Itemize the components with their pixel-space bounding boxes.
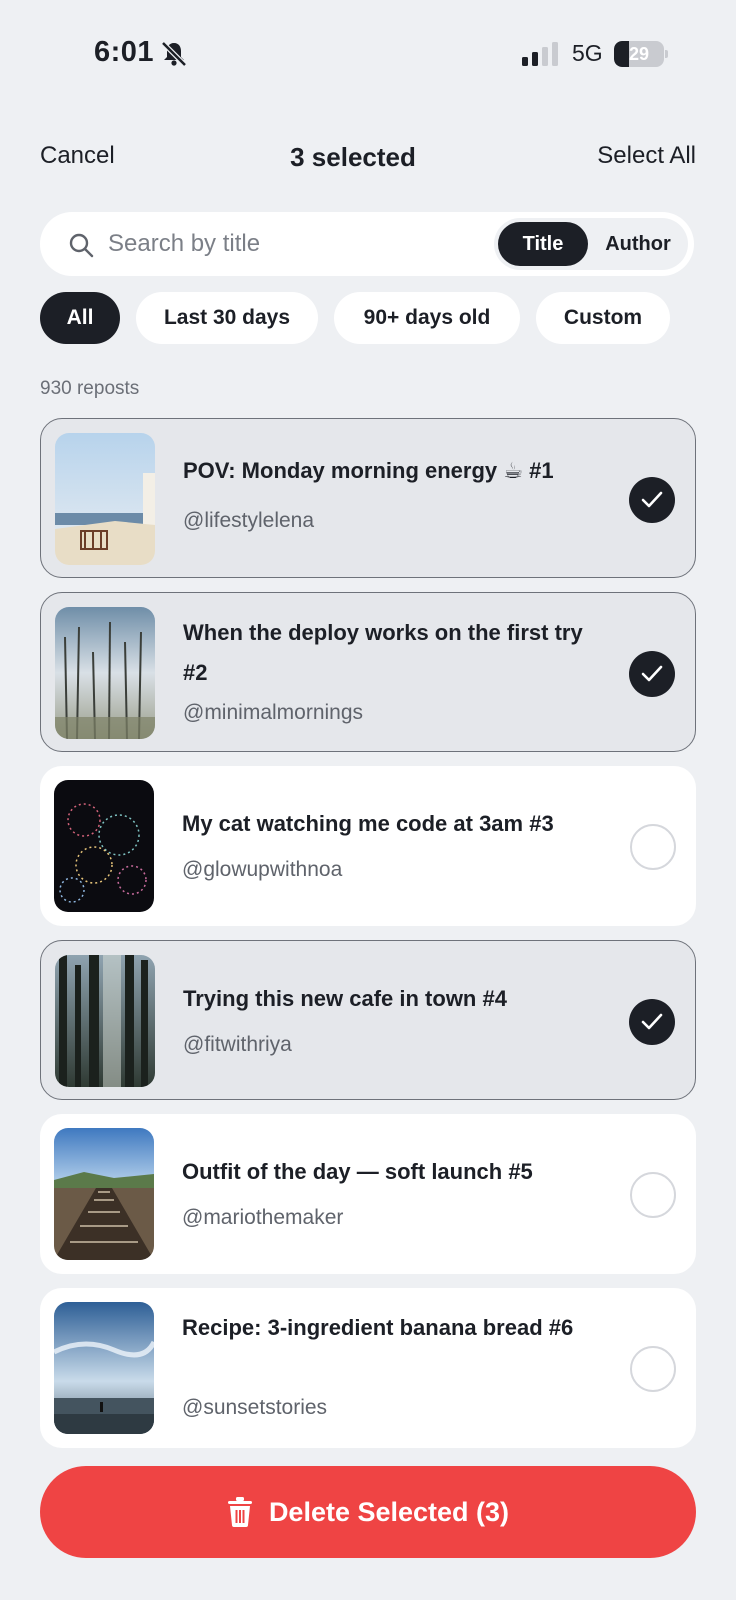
post-card[interactable]: When the deploy works on the first try #… [40, 592, 696, 752]
post-thumbnail [55, 955, 155, 1087]
filter-chip-last-30-days[interactable]: Last 30 days [136, 292, 318, 344]
post-title: My cat watching me code at 3am #3 [182, 811, 554, 836]
select-checkbox[interactable] [629, 651, 675, 697]
status-time: 6:01 [94, 36, 155, 68]
delete-button-label: Delete Selected (3) [268, 1496, 510, 1527]
header: Cancel 3 selected Select All [0, 138, 736, 178]
search-mode-author[interactable]: Author [592, 222, 684, 266]
delete-selected-button[interactable]: Delete Selected (3) [40, 1466, 696, 1558]
select-checkbox[interactable] [629, 477, 675, 523]
post-card[interactable]: My cat watching me code at 3am #3 @glowu… [40, 766, 696, 926]
post-card[interactable]: Outfit of the day — soft launch #5 @mari… [40, 1114, 696, 1274]
post-card[interactable]: Recipe: 3-ingredient banana bread #6 @su… [40, 1288, 696, 1448]
post-title: When the deploy works on the first try #… [183, 620, 583, 685]
repost-count: 930 reposts [40, 378, 140, 399]
post-thumbnail [55, 607, 155, 739]
post-title: Recipe: 3-ingredient banana bread #6 [182, 1315, 574, 1340]
post-title: POV: Monday morning energy ☕ #1 [183, 458, 554, 483]
post-author: @fitwithriya [183, 1033, 292, 1056]
post-author: @mariothemaker [182, 1206, 344, 1229]
checkmark-icon [641, 1013, 663, 1030]
post-author: @glowupwithnoa [182, 858, 343, 881]
status-bar: 6:01 5G 29 [0, 0, 736, 110]
select-checkbox[interactable] [630, 1172, 676, 1218]
checkmark-icon [641, 665, 663, 682]
post-title: Trying this new cafe in town #4 [183, 986, 507, 1011]
post-thumbnail [54, 780, 154, 912]
battery-icon: 29 [614, 41, 668, 67]
select-checkbox[interactable] [630, 1346, 676, 1392]
select-checkbox[interactable] [630, 824, 676, 870]
post-thumbnail [55, 433, 155, 565]
bell-slash-icon [161, 41, 187, 67]
network-type: 5G [572, 40, 603, 66]
battery-level: 29 [628, 44, 650, 64]
trash-icon [227, 1497, 252, 1527]
filter-chip-custom[interactable]: Custom [536, 292, 670, 344]
search-mode-title[interactable]: Title [498, 222, 588, 266]
post-thumbnail [54, 1128, 154, 1260]
search-mode-toggle: Title Author [494, 218, 688, 270]
select-checkbox[interactable] [629, 999, 675, 1045]
select-all-button[interactable]: Select All [597, 142, 696, 170]
post-author: @minimalmornings [183, 701, 364, 724]
search-icon [69, 233, 94, 258]
checkmark-icon [641, 491, 663, 508]
post-author: @lifestylelena [183, 509, 315, 532]
post-thumbnail [54, 1302, 154, 1434]
search-bar: Title Author [40, 212, 694, 276]
post-card[interactable]: POV: Monday morning energy ☕ #1 @lifesty… [40, 418, 696, 578]
filter-chip-90-days-old[interactable]: 90+ days old [334, 292, 520, 344]
search-input[interactable] [108, 224, 508, 264]
post-author: @sunsetstories [182, 1396, 328, 1419]
post-title: Outfit of the day — soft launch #5 [182, 1159, 533, 1184]
filter-chip-all[interactable]: All [40, 292, 120, 344]
post-card[interactable]: Trying this new cafe in town #4 @fitwith… [40, 940, 696, 1100]
signal-icon [522, 42, 558, 66]
